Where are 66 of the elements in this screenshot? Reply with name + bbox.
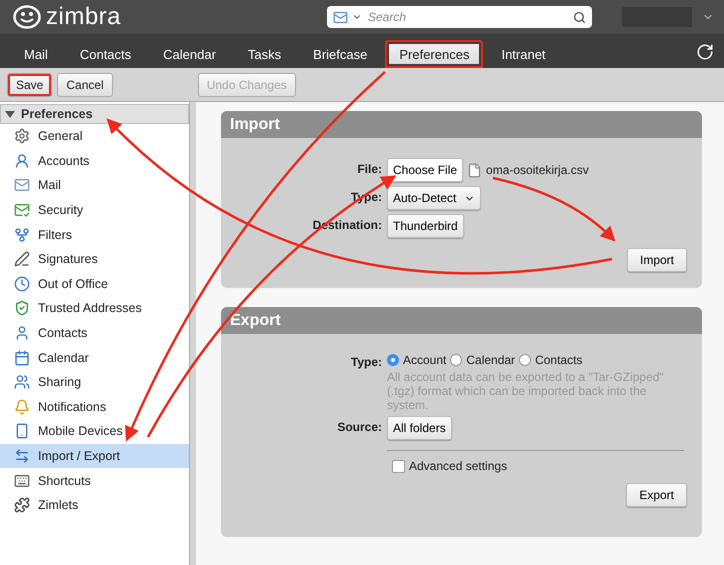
sidebar-item[interactable]: Mail (0, 173, 189, 198)
users-icon (14, 374, 30, 390)
sidebar-item[interactable]: Notifications (0, 394, 189, 420)
field-label: File: (357, 161, 382, 176)
user-icon (14, 152, 30, 169)
bell-icon (14, 398, 30, 415)
clock-icon (14, 276, 30, 292)
phone-icon (14, 423, 30, 440)
type-radio[interactable]: Account (387, 353, 446, 367)
app-tab[interactable]: Contacts (66, 40, 146, 68)
sidebar-item[interactable]: Out of Office (0, 272, 189, 296)
swap-arrows-icon (14, 448, 30, 464)
search-icon (573, 10, 586, 24)
sidebar-item[interactable]: Import / Export (0, 444, 189, 468)
destination-button[interactable]: Thunderbird (387, 214, 464, 238)
sidebar-item[interactable]: Signatures (0, 246, 189, 272)
app-tab[interactable]: Mail (10, 40, 62, 68)
search-input[interactable]: Search (366, 9, 569, 25)
app-tab[interactable]: Intranet (487, 40, 560, 68)
export-button[interactable]: Export (626, 483, 687, 507)
file-name: oma-osoitekirja.csv (486, 163, 589, 177)
sidebar-item[interactable]: Zimlets (0, 492, 189, 518)
calendar-icon (14, 350, 30, 366)
field-label: Source: (337, 419, 382, 434)
sidebar-item[interactable]: Filters (0, 222, 189, 247)
logo-text: zimbra (46, 3, 122, 31)
logo-icon (12, 4, 42, 30)
shield-check-icon (14, 300, 30, 316)
sidebar-item[interactable]: General (0, 124, 189, 149)
advanced-checkbox[interactable]: Advanced settings (387, 459, 702, 473)
sidebar-item[interactable]: Mobile Devices (0, 419, 189, 444)
source-button[interactable]: All folders (387, 416, 452, 440)
choose-file-button[interactable]: Choose File (387, 158, 464, 182)
user-icon (14, 325, 30, 342)
import-button[interactable]: Import (626, 248, 687, 272)
toolbar-button[interactable]: Cancel (57, 72, 113, 96)
panel-title: Export (221, 307, 702, 334)
refresh-icon[interactable] (696, 43, 714, 61)
envelope-icon (333, 10, 348, 24)
sidebar-header[interactable]: Preferences (0, 104, 189, 124)
type-radio[interactable]: Calendar (450, 353, 516, 367)
type-radio[interactable]: Contacts (519, 353, 582, 367)
file-icon (467, 162, 482, 178)
sidebar-item[interactable]: Sharing (0, 370, 189, 395)
sidebar-item[interactable]: Trusted Addresses (0, 296, 189, 321)
keyboard-icon (14, 472, 30, 489)
app-tab[interactable]: Preferences (385, 40, 484, 68)
gear-icon (14, 128, 30, 144)
fork-icon (14, 226, 30, 243)
field-label: Type: (350, 354, 382, 369)
envelope-icon (14, 177, 30, 194)
envelope-check-icon (14, 202, 30, 218)
sidebar-item[interactable]: Calendar (0, 345, 189, 370)
panel-title: Import (221, 111, 702, 138)
sidebar-item[interactable]: Accounts (0, 148, 189, 174)
sidebar-item[interactable]: Security (0, 198, 189, 222)
sidebar-item[interactable]: Shortcuts (0, 468, 189, 493)
sidebar-item[interactable]: Contacts (0, 320, 189, 346)
type-dropdown[interactable]: Auto-Detect (387, 186, 482, 210)
puzzle-icon (14, 497, 30, 514)
app-tab[interactable]: Tasks (234, 40, 296, 68)
pen-icon (14, 251, 30, 268)
app-tab[interactable]: Calendar (149, 40, 230, 68)
search-field[interactable]: Search (327, 6, 592, 28)
app-tab[interactable]: Briefcase (299, 40, 382, 68)
toolbar-button[interactable]: Save (7, 72, 52, 96)
